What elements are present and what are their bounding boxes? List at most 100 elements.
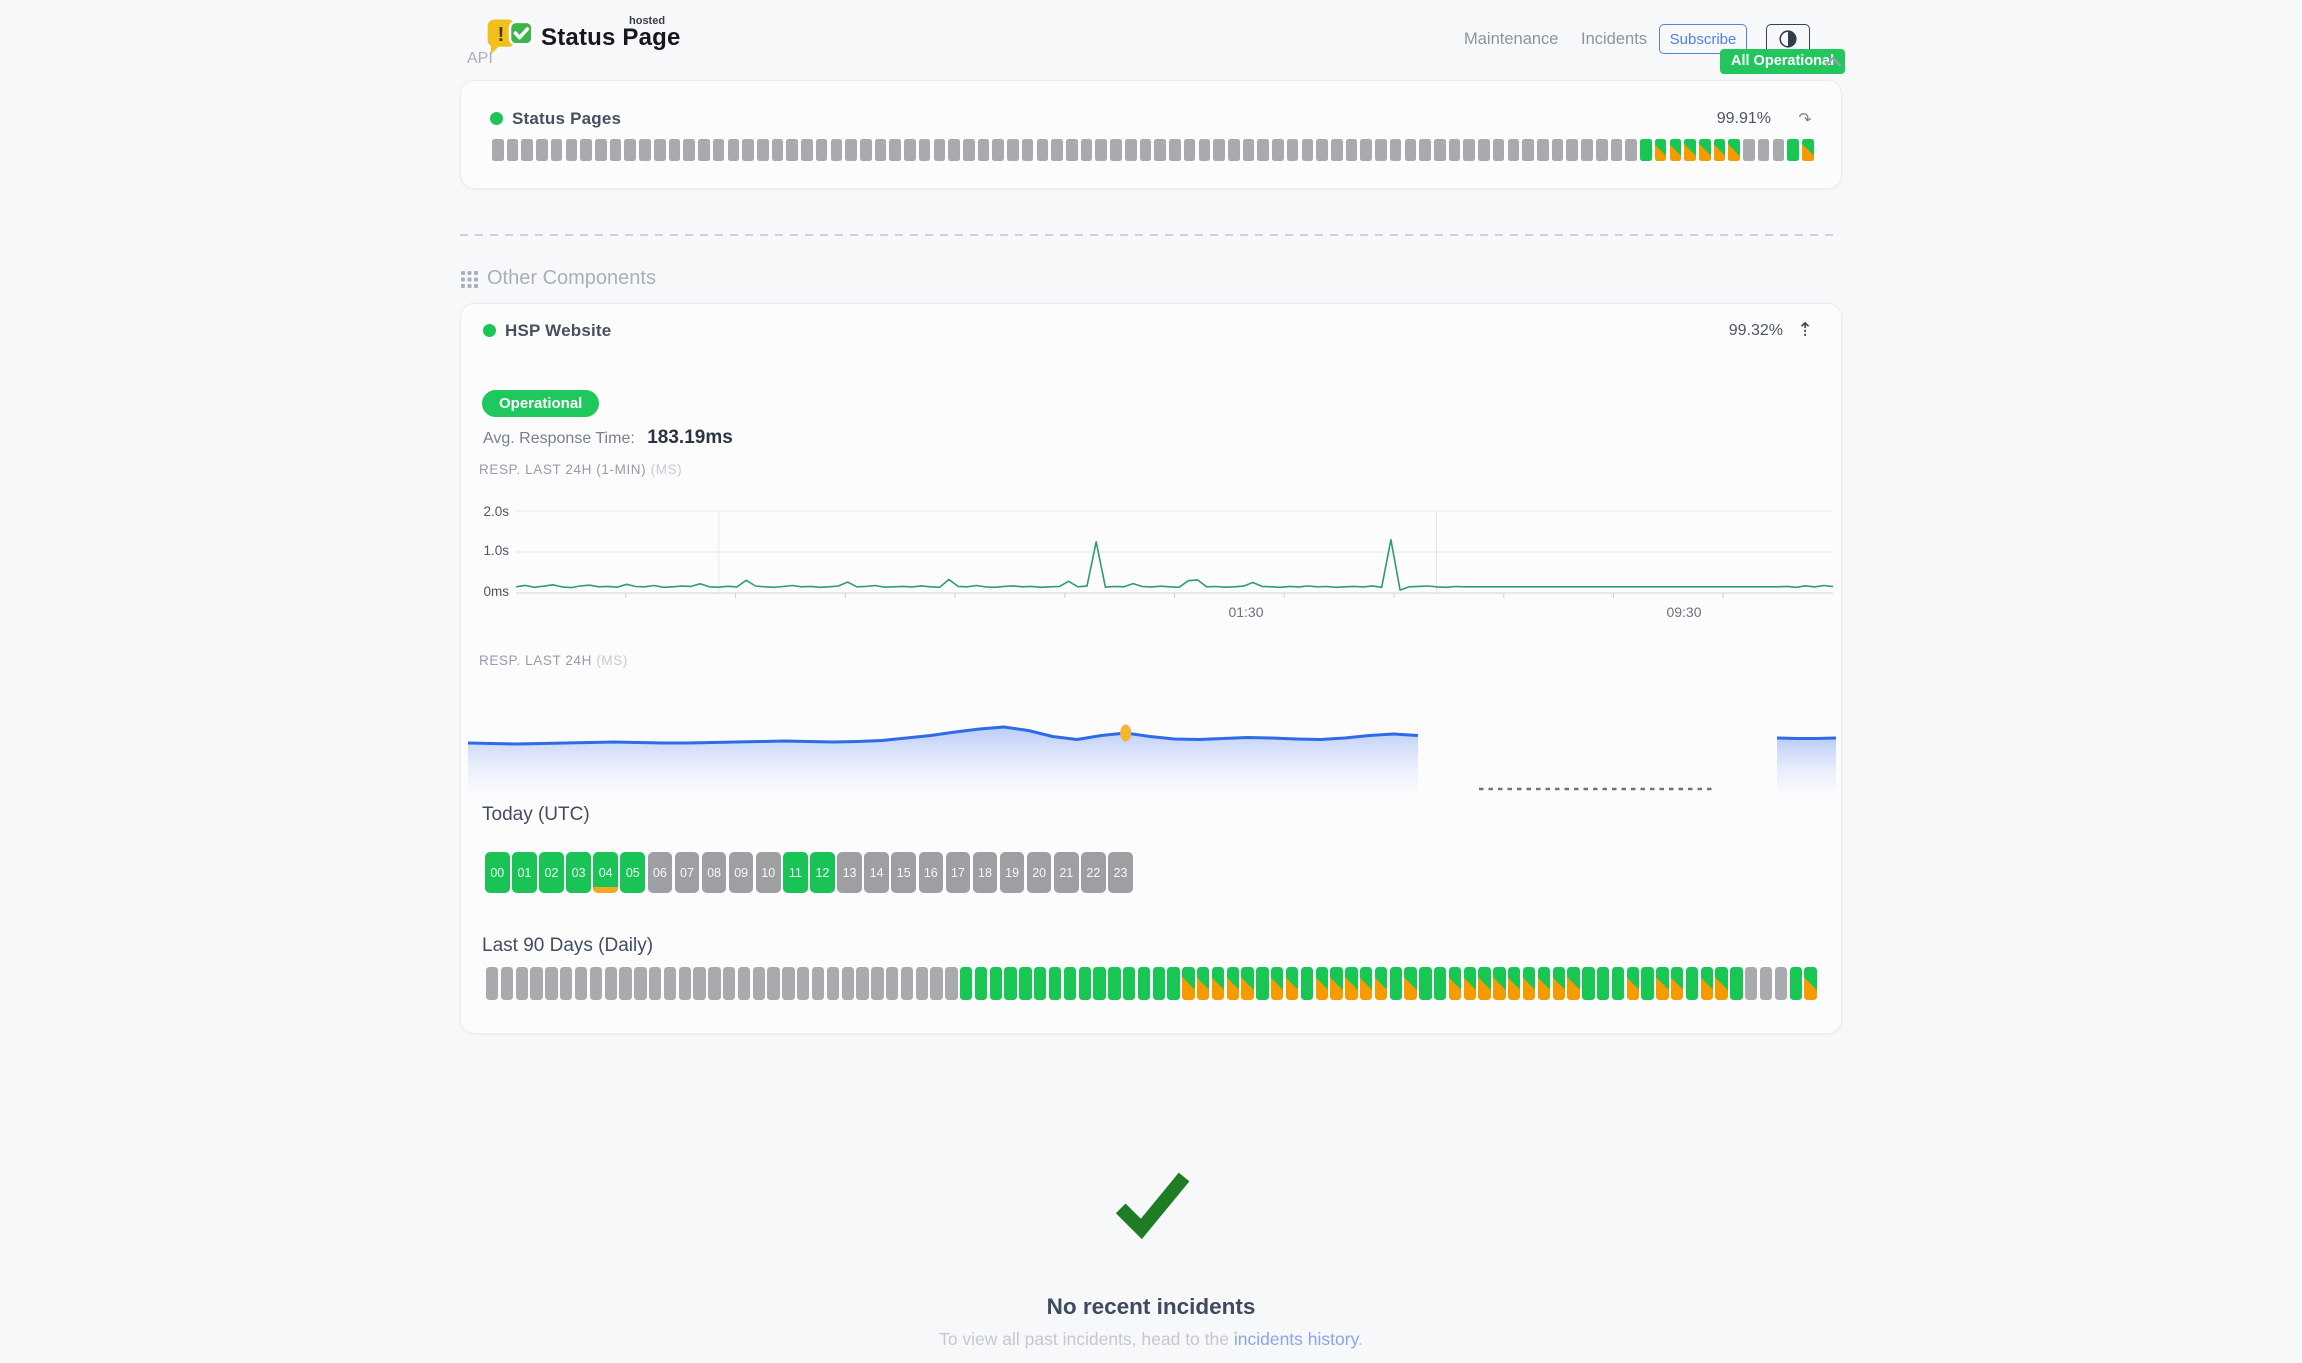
uptime-bar[interactable]: [1079, 967, 1091, 1000]
uptime-bar[interactable]: [486, 967, 498, 1000]
uptime-bar[interactable]: [801, 139, 813, 161]
uptime-bar[interactable]: [1537, 139, 1549, 161]
uptime-bar[interactable]: [1728, 139, 1740, 161]
hour-block-20[interactable]: 20: [1027, 852, 1052, 893]
uptime-bar[interactable]: [693, 967, 705, 1000]
uptime-bar[interactable]: [1022, 139, 1034, 161]
uptime-bar[interactable]: [1302, 139, 1314, 161]
uptime-bar[interactable]: [1330, 967, 1342, 1000]
uptime-bar[interactable]: [1686, 967, 1698, 1000]
uptime-bar[interactable]: [1286, 967, 1298, 1000]
uptime-bar[interactable]: [1449, 967, 1461, 1000]
uptime-bar[interactable]: [831, 139, 843, 161]
uptime-bar[interactable]: [856, 967, 868, 1000]
uptime-bar[interactable]: [1360, 139, 1372, 161]
uptime-bar[interactable]: [516, 967, 528, 1000]
hour-block-01[interactable]: 01: [512, 852, 537, 893]
uptime-bar[interactable]: [1699, 139, 1711, 161]
uptime-bar[interactable]: [1228, 139, 1240, 161]
uptime-bar[interactable]: [1655, 139, 1667, 161]
uptime-bar[interactable]: [1553, 967, 1565, 1000]
hour-block-04[interactable]: 04: [593, 852, 618, 893]
uptime-bar[interactable]: [551, 139, 563, 161]
hour-block-13[interactable]: 13: [837, 852, 862, 893]
uptime-bar[interactable]: [634, 967, 646, 1000]
hour-block-21[interactable]: 21: [1054, 852, 1079, 893]
uptime-bar[interactable]: [1287, 139, 1299, 161]
uptime-bar[interactable]: [1256, 967, 1268, 1000]
uptime-bar[interactable]: [575, 967, 587, 1000]
uptime-bar[interactable]: [1581, 139, 1593, 161]
response-time-area-chart[interactable]: [468, 701, 1836, 796]
hour-block-02[interactable]: 02: [539, 852, 564, 893]
uptime-bar[interactable]: [1004, 967, 1016, 1000]
uptime-bar[interactable]: [1612, 967, 1624, 1000]
uptime-bar[interactable]: [713, 139, 725, 161]
uptime-bar[interactable]: [1227, 967, 1239, 1000]
hour-block-17[interactable]: 17: [946, 852, 971, 893]
uptime-bar[interactable]: [1301, 967, 1313, 1000]
uptime-bar[interactable]: [1182, 967, 1194, 1000]
uptime-bar[interactable]: [1611, 139, 1623, 161]
uptime-bar[interactable]: [1597, 967, 1609, 1000]
hour-block-19[interactable]: 19: [1000, 852, 1025, 893]
uptime-bar[interactable]: [960, 967, 972, 1000]
uptime-bar[interactable]: [916, 967, 928, 1000]
uptime-bar[interactable]: [536, 139, 548, 161]
hour-block-10[interactable]: 10: [756, 852, 781, 893]
uptime-bar[interactable]: [501, 967, 513, 1000]
uptime-bar[interactable]: [1463, 139, 1475, 161]
uptime-bar[interactable]: [1271, 967, 1283, 1000]
uptime-bar[interactable]: [1522, 139, 1534, 161]
uptime-bar[interactable]: [757, 139, 769, 161]
uptime-bar[interactable]: [560, 967, 572, 1000]
uptime-bar[interactable]: [767, 967, 779, 1000]
uptime-bar[interactable]: [1272, 139, 1284, 161]
uptime-bar[interactable]: [1108, 967, 1120, 1000]
uptime-bar[interactable]: [786, 139, 798, 161]
uptime-bar[interactable]: [738, 967, 750, 1000]
hour-block-06[interactable]: 06: [648, 852, 673, 893]
uptime-bar[interactable]: [782, 967, 794, 1000]
uptime-bar[interactable]: [1154, 139, 1166, 161]
hour-block-07[interactable]: 07: [675, 852, 700, 893]
uptime-bar[interactable]: [1508, 967, 1520, 1000]
uptime-bar[interactable]: [992, 139, 1004, 161]
uptime-bar[interactable]: [1714, 139, 1726, 161]
uptime-bar[interactable]: [1197, 967, 1209, 1000]
uptime-bar[interactable]: [1656, 967, 1668, 1000]
incidents-history-link[interactable]: incidents history: [1234, 1329, 1358, 1349]
uptime-bar[interactable]: [1790, 967, 1802, 1000]
uptime-bar[interactable]: [975, 967, 987, 1000]
hour-block-12[interactable]: 12: [810, 852, 835, 893]
uptime-bar[interactable]: [1243, 139, 1255, 161]
uptime-bar[interactable]: [1140, 139, 1152, 161]
hour-block-00[interactable]: 00: [485, 852, 510, 893]
uptime-bar[interactable]: [679, 967, 691, 1000]
hour-block-23[interactable]: 23: [1108, 852, 1133, 893]
uptime-bar[interactable]: [889, 139, 901, 161]
uptime-bar[interactable]: [669, 139, 681, 161]
uptime-bar[interactable]: [1093, 967, 1105, 1000]
uptime-bar[interactable]: [1773, 139, 1785, 161]
uptime-bar[interactable]: [610, 139, 622, 161]
uptime-bar[interactable]: [1419, 967, 1431, 1000]
uptime-bar[interactable]: [1758, 139, 1770, 161]
uptime-bar[interactable]: [753, 967, 765, 1000]
uptime-bar[interactable]: [963, 139, 975, 161]
collapse-chevron[interactable]: [1824, 55, 1842, 73]
uptime-bar[interactable]: [827, 967, 839, 1000]
uptime-bar[interactable]: [904, 139, 916, 161]
uptime-bar[interactable]: [797, 967, 809, 1000]
uptime-bar[interactable]: [1404, 967, 1416, 1000]
uptime-bar[interactable]: [1034, 967, 1046, 1000]
uptime-bar[interactable]: [708, 967, 720, 1000]
uptime-bar[interactable]: [1684, 139, 1696, 161]
uptime-bar[interactable]: [1049, 967, 1061, 1000]
uptime-bar[interactable]: [492, 139, 504, 161]
uptime-bar[interactable]: [1110, 139, 1122, 161]
uptime-bar[interactable]: [1419, 139, 1431, 161]
uptime-bar[interactable]: [816, 139, 828, 161]
uptime-bar[interactable]: [1167, 967, 1179, 1000]
uptime-bar[interactable]: [1064, 967, 1076, 1000]
